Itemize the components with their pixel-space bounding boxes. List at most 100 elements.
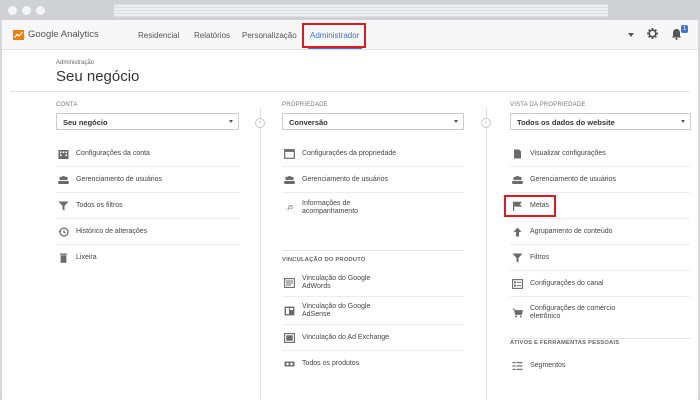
view-item-content-grouping[interactable]: Agrupamento de conteúdo: [510, 219, 690, 245]
browser-titlebar: [0, 0, 700, 20]
filter-icon: [58, 201, 69, 210]
view-item-label: Configurações de comércio eletrônico: [530, 305, 615, 321]
property-item-all-products[interactable]: Todos os produtos: [282, 351, 464, 377]
account-item-history[interactable]: Histórico de alterações: [56, 219, 240, 245]
view-select[interactable]: Todos os dados do website: [510, 113, 691, 130]
view-item-label: Segmentos: [530, 362, 566, 369]
property-item-adwords[interactable]: Vinculação do Google AdWords: [282, 269, 464, 297]
product-linking-heading: VINCULAÇÃO DO PRODUTO: [282, 257, 366, 263]
view-select-value: Todos os dados do website: [517, 118, 615, 127]
property-item-label: Todos os produtos: [302, 360, 360, 367]
window-icon: [284, 148, 295, 159]
adwords-icon: [284, 277, 295, 288]
property-item-label: Gerenciamento de usuários: [302, 175, 388, 183]
label-line-2: AdSense: [302, 310, 331, 318]
account-item-label: Lixeira: [76, 254, 97, 261]
view-item-channel-settings[interactable]: Configurações do canal: [510, 271, 690, 297]
users-icon: [512, 175, 523, 184]
top-header: Google Analytics Residencial Relatórios …: [2, 20, 698, 50]
personal-tools-heading: ATIVOS E FERRAMENTAS PESSOAIS: [510, 340, 620, 346]
document-icon: [514, 149, 521, 158]
account-item-label: Configurações da conta: [76, 149, 150, 157]
dropdown-caret-icon: [229, 120, 233, 123]
nav-relatorios[interactable]: Relatórios: [194, 31, 230, 40]
view-item-label: Configurações do canal: [530, 279, 604, 287]
chevron-down-icon[interactable]: [628, 33, 634, 37]
view-item-ecommerce[interactable]: Configurações de comércio eletrônico: [510, 297, 690, 329]
property-item-label: Configurações da propriedade: [302, 149, 397, 157]
label-line-2: eletrônico: [530, 313, 561, 320]
label-line-1: Vinculação do Google: [302, 274, 371, 282]
users-icon: [284, 175, 295, 184]
nav-residencial[interactable]: Residencial: [138, 31, 179, 40]
property-item-label: Vinculação do Google AdSense: [302, 303, 370, 319]
account-item-label: Gerenciamento de usuários: [76, 175, 162, 183]
highlight-box-metas: [504, 195, 556, 217]
cart-icon: [512, 308, 523, 318]
view-item-users[interactable]: Gerenciamento de usuários: [510, 167, 690, 193]
account-item-label: Histórico de alterações: [76, 227, 148, 235]
dropdown-caret-icon: [681, 120, 685, 123]
view-heading: VISTA DA PROPRIEDADE: [510, 102, 586, 108]
history-icon: [58, 226, 69, 237]
view-item-label: Agrupamento de conteúdo: [530, 227, 613, 235]
property-item-label: Informações de acompanhamento: [302, 200, 358, 216]
account-select-value: Seu negócio: [63, 118, 108, 127]
view-item-label: Filtros: [530, 253, 550, 261]
account-item-filters[interactable]: Todos os filtros: [56, 193, 240, 219]
view-item-segments[interactable]: Segmentos: [510, 353, 690, 379]
building-icon: [58, 149, 69, 159]
link-icon: [284, 361, 295, 367]
column-divider-2: [486, 108, 487, 400]
title-divider: [10, 91, 690, 92]
property-select[interactable]: Conversão: [282, 113, 464, 130]
label-line-1: Configurações de comércio: [530, 305, 616, 312]
window-minimize-dot[interactable]: [22, 6, 31, 15]
arrow-right-icon: ›: [255, 118, 265, 128]
dropdown-caret-icon: [454, 120, 458, 123]
property-item-tracking[interactable]: .js Informações de acompanhamento: [282, 193, 464, 223]
address-bar[interactable]: [114, 4, 608, 17]
property-select-value: Conversão: [289, 118, 328, 127]
view-item-label: Visualizar configurações: [530, 149, 606, 157]
property-item-adexchange[interactable]: Vinculação do Ad Exchange: [282, 325, 464, 351]
section-divider: [510, 338, 690, 339]
adexchange-icon: [284, 332, 295, 343]
nav-personalizacao[interactable]: Personalização: [242, 31, 297, 40]
page-title: Seu negócio: [56, 68, 140, 85]
view-item-settings[interactable]: Visualizar configurações: [510, 141, 690, 167]
account-item-users[interactable]: Gerenciamento de usuários: [56, 167, 240, 193]
property-heading: PROPRIEDADE: [282, 102, 328, 108]
analytics-logo-icon: [13, 29, 24, 40]
segments-icon: [512, 362, 523, 370]
account-select[interactable]: Seu negócio: [56, 113, 239, 130]
label-line-1: Vinculação do Google: [302, 302, 371, 310]
users-icon: [58, 175, 69, 184]
section-divider: [282, 250, 464, 251]
account-item-trash[interactable]: Lixeira: [56, 245, 240, 271]
channel-icon: [512, 278, 523, 289]
highlight-box-administrador: [302, 23, 366, 48]
breadcrumb[interactable]: Administração: [56, 60, 94, 66]
logo-text: Google Analytics: [28, 29, 99, 40]
adsense-icon: [284, 306, 295, 315]
google-analytics-logo[interactable]: Google Analytics: [13, 29, 99, 40]
arrow-right-icon: ›: [481, 118, 491, 128]
view-item-filters[interactable]: Filtros: [510, 245, 690, 271]
trash-icon: [60, 253, 67, 263]
property-item-settings[interactable]: Configurações da propriedade: [282, 141, 464, 167]
analytics-app: Google Analytics Residencial Relatórios …: [2, 20, 698, 400]
gear-icon[interactable]: [647, 28, 658, 39]
window-close-dot[interactable]: [8, 6, 17, 15]
notification-badge: 1: [681, 25, 689, 33]
window-maximize-dot[interactable]: [36, 6, 45, 15]
account-item-settings[interactable]: Configurações da conta: [56, 141, 240, 167]
property-item-adsense[interactable]: Vinculação do Google AdSense: [282, 297, 464, 325]
property-item-users[interactable]: Gerenciamento de usuários: [282, 167, 464, 193]
js-icon: .js: [286, 204, 293, 211]
browser-window: Google Analytics Residencial Relatórios …: [0, 0, 700, 400]
label-line-2: AdWords: [302, 282, 331, 290]
label-line-1: Informações de: [302, 200, 351, 207]
label-line-2: acompanhamento: [302, 208, 359, 215]
account-heading: CONTA: [56, 102, 78, 108]
